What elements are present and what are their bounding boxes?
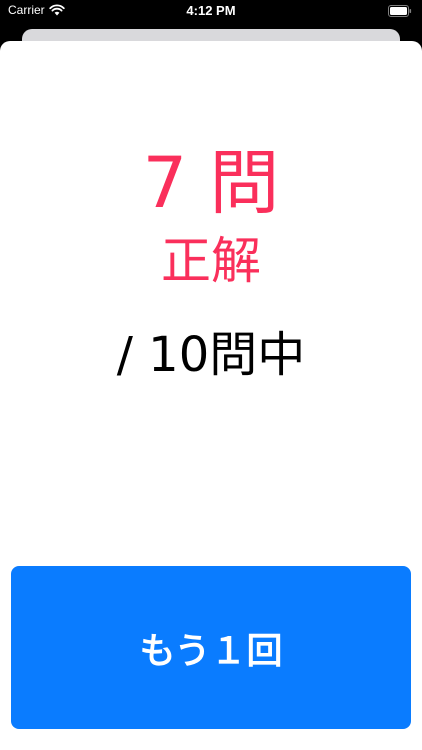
correct-label: 正解 bbox=[161, 232, 261, 290]
result-sheet: 7 問 正解 / 10問中 もう１回 bbox=[0, 41, 422, 750]
correct-count: 7 問 bbox=[142, 142, 280, 224]
retry-button[interactable]: もう１回 bbox=[11, 566, 411, 729]
status-bar: Carrier 4:12 PM bbox=[0, 0, 422, 28]
status-time: 4:12 PM bbox=[186, 3, 236, 18]
battery-icon bbox=[388, 5, 412, 17]
total-questions: / 10問中 bbox=[116, 327, 306, 383]
